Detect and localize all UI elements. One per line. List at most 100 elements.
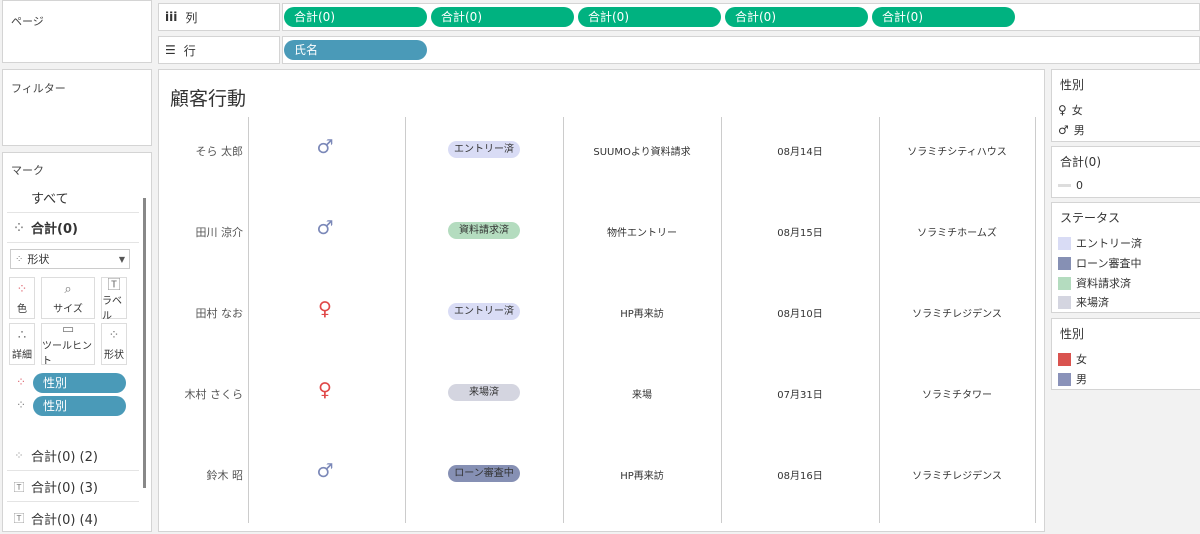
legend-gender-color[interactable]: 性別 女 男	[1051, 318, 1200, 390]
male-icon[interactable]: ♂	[305, 460, 345, 482]
swatch	[1058, 256, 1071, 270]
shape-icon: ⁘	[14, 221, 24, 234]
columns-icon: iii	[165, 10, 178, 24]
legend-label: 女	[1071, 104, 1083, 117]
marks-sum-row[interactable]: ⁘ 合計(0)	[7, 213, 139, 243]
row-pill-name[interactable]: 氏名	[284, 40, 427, 60]
legend-label: 資料請求済	[1076, 277, 1131, 290]
tooltip-button[interactable]: ▭ ツールヒント	[41, 321, 95, 367]
column-pill-3[interactable]: 合計(0)	[578, 7, 721, 27]
mark-type-dropdown[interactable]: ⁘ 形状 ▼	[10, 249, 130, 269]
filters-title: フィルター	[11, 82, 66, 95]
marks-all-label: すべて	[31, 192, 69, 207]
column-pill-5[interactable]: 合計(0)	[872, 7, 1015, 27]
status-badge[interactable]: エントリー済	[448, 141, 520, 158]
legend-item[interactable]: 来場済	[1058, 294, 1109, 310]
color-icon: ⁘	[16, 375, 27, 389]
label-button[interactable]: 🅃 ラベル	[101, 277, 127, 322]
male-icon[interactable]: ♂	[305, 136, 345, 158]
legend-label: 女	[1076, 353, 1087, 366]
status-badge[interactable]: エントリー済	[448, 303, 520, 320]
column-pill-1[interactable]: 合計(0)	[284, 7, 427, 27]
property-text: ソラミチホームズ	[917, 228, 997, 239]
legend-label: エントリー済	[1076, 237, 1142, 250]
column-pill-4[interactable]: 合計(0)	[725, 7, 868, 27]
customer-name: 鈴木 昭	[206, 469, 244, 482]
column-divider	[879, 117, 880, 523]
shape-button[interactable]: ⁘ 形状	[101, 323, 127, 365]
pages-panel[interactable]: ページ	[2, 0, 152, 63]
action-text: 来場	[632, 390, 652, 401]
column-divider	[248, 117, 249, 523]
legend-gender-shape[interactable]: 性別 ♀ 女 ♂ 男	[1051, 69, 1200, 142]
legend-label: 男	[1076, 373, 1087, 386]
detail-button[interactable]: ∴ 詳細	[9, 323, 35, 365]
viz-area[interactable]: 顧客行動 そら 太郎 ♂ エントリー済 SUUMOより資料請求 08月14日 ソラミチシテ…	[158, 69, 1045, 532]
swatch	[1058, 295, 1071, 309]
mark-pill-color-gender[interactable]: 性別	[33, 373, 126, 393]
detail-icon: ∴	[17, 327, 27, 343]
marks-all-row[interactable]: すべて	[7, 183, 139, 213]
legend-item[interactable]: 資料請求済	[1058, 275, 1131, 291]
female-icon[interactable]: ♀	[305, 379, 345, 401]
text-icon: 🅃	[13, 512, 25, 525]
customer-name: そら 太郎	[195, 145, 244, 158]
swatch	[1058, 372, 1071, 386]
rows-label: 行	[183, 43, 196, 58]
date-text: 08月15日	[777, 228, 823, 239]
shape-icon: ⁘	[108, 327, 120, 343]
column-divider	[563, 117, 564, 523]
date-text: 08月14日	[777, 147, 823, 158]
status-badge[interactable]: 来場済	[448, 384, 520, 401]
marks-sum2-row[interactable]: ⁘ 合計(0) (2)	[7, 441, 139, 471]
pages-title: ページ	[11, 15, 44, 28]
marks-sum4-label: 合計(0) (4)	[31, 512, 98, 528]
legend-title: ステータス	[1060, 211, 1121, 225]
rows-icon: ☰	[165, 43, 176, 57]
female-icon[interactable]: ♀	[305, 298, 345, 320]
marks-sum4-row[interactable]: 🅃 合計(0) (4)	[7, 503, 139, 533]
customer-name: 木村 さくら	[184, 388, 244, 401]
legend-sum[interactable]: 合計(0) 0	[1051, 146, 1200, 198]
shape-icon: ⁘	[16, 398, 27, 412]
customer-name: 田川 涼介	[195, 226, 244, 239]
color-button[interactable]: ⁘ 色	[9, 277, 35, 319]
marks-sum3-row[interactable]: 🅃 合計(0) (3)	[7, 472, 139, 502]
legend-label: 来場済	[1076, 296, 1109, 309]
date-text: 07月31日	[777, 390, 823, 401]
property-text: ソラミチタワー	[922, 390, 992, 401]
legend-item[interactable]: 女	[1058, 351, 1087, 367]
legend-status[interactable]: ステータス エントリー済 ローン審査中 資料請求済 来場済	[1051, 202, 1200, 313]
legend-item[interactable]: 男	[1058, 371, 1087, 387]
legend-item[interactable]: ローン審査中	[1058, 255, 1141, 271]
color-icon: ⁘	[16, 281, 28, 297]
legend-title: 性別	[1060, 327, 1085, 341]
marks-scrollbar[interactable]	[143, 198, 146, 488]
shape-icon: ⁘	[14, 449, 24, 462]
shape-button-label: 形状	[104, 349, 124, 361]
date-text: 08月16日	[777, 471, 823, 482]
filters-panel[interactable]: フィルター	[2, 69, 152, 146]
legend-label: ローン審査中	[1076, 257, 1142, 270]
text-icon: 🅃	[13, 480, 25, 494]
legend-item[interactable]: ♀ 女	[1058, 102, 1083, 118]
legend-label: 0	[1076, 179, 1083, 192]
column-pill-2[interactable]: 合計(0)	[431, 7, 574, 27]
mark-pill-shape-gender[interactable]: 性別	[33, 396, 126, 416]
size-button[interactable]: ⌕ サイズ	[41, 277, 95, 319]
shape-icon: ⁘	[15, 253, 24, 265]
property-text: ソラミチレジデンス	[912, 471, 1002, 482]
legend-item[interactable]: エントリー済	[1058, 235, 1142, 251]
status-badge[interactable]: ローン審査中	[448, 465, 520, 482]
action-text: 物件エントリー	[607, 228, 677, 239]
tooltip-icon: ▭	[61, 321, 75, 337]
size-icon: ⌕	[64, 281, 72, 297]
legend-title: 性別	[1060, 78, 1085, 92]
male-icon[interactable]: ♂	[305, 217, 345, 239]
legend-item[interactable]: ♂ 男	[1058, 122, 1085, 138]
property-text: ソラミチレジデンス	[912, 309, 1002, 320]
legend-item[interactable]: 0	[1058, 179, 1083, 192]
action-text: HP再来訪	[620, 309, 664, 320]
status-badge[interactable]: 資料請求済	[448, 222, 520, 239]
size-line-icon	[1058, 184, 1071, 187]
